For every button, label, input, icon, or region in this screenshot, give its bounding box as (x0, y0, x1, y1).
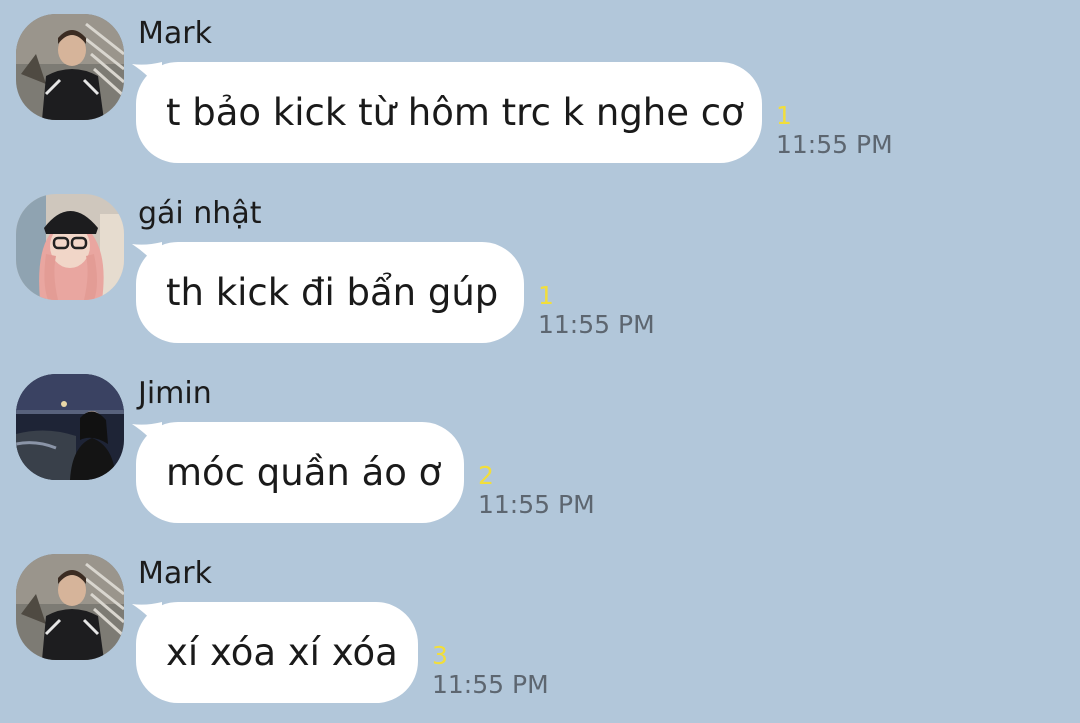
message-text: t bảo kick từ hôm trc k nghe cơ (166, 91, 744, 134)
unread-count: 3 (432, 641, 448, 670)
sender-name: Mark (138, 16, 212, 51)
message-bubble[interactable]: t bảo kick từ hôm trc k nghe cơ (132, 62, 762, 163)
bubble-tail (132, 62, 162, 92)
chat-message: Mark t bảo kick từ hôm trc k nghe cơ 1 1… (0, 0, 1080, 180)
message-text: xí xóa xí xóa (166, 631, 398, 674)
message-time: 11:55 PM (776, 130, 893, 159)
message-meta: 2 11:55 PM (478, 462, 595, 520)
message-time: 11:55 PM (432, 670, 549, 699)
jimin-avatar-photo (16, 374, 124, 480)
message-text: th kick đi bẩn gúp (166, 271, 499, 314)
sender-avatar[interactable] (16, 194, 124, 300)
unread-count: 1 (538, 281, 554, 310)
bubble-tail (132, 602, 162, 632)
message-meta: 1 11:55 PM (776, 102, 893, 160)
sender-name: Mark (138, 556, 212, 591)
sender-avatar[interactable] (16, 554, 124, 660)
bubble-tail (132, 422, 162, 452)
chat-message: Mark xí xóa xí xóa 3 11:55 PM (0, 540, 1080, 720)
message-bubble[interactable]: xí xóa xí xóa (132, 602, 418, 703)
sender-avatar[interactable] (16, 374, 124, 480)
sender-name: gái nhật (138, 196, 262, 231)
mark-avatar-photo (16, 14, 124, 120)
message-bubble[interactable]: th kick đi bẩn gúp (132, 242, 524, 343)
unread-count: 1 (776, 101, 792, 130)
message-text: móc quần áo ơ (166, 451, 442, 494)
message-time: 11:55 PM (538, 310, 655, 339)
chat-message-list: Mark t bảo kick từ hôm trc k nghe cơ 1 1… (0, 0, 1080, 723)
sender-name: Jimin (138, 376, 212, 411)
unread-count: 2 (478, 461, 494, 490)
chat-message: gái nhật th kick đi bẩn gúp 1 11:55 PM (0, 180, 1080, 360)
message-meta: 3 11:55 PM (432, 642, 549, 700)
message-time: 11:55 PM (478, 490, 595, 519)
bubble-tail (132, 242, 162, 272)
message-meta: 1 11:55 PM (538, 282, 655, 340)
girl-avatar-photo (16, 194, 124, 300)
chat-message: Jimin móc quần áo ơ 2 11:55 PM (0, 360, 1080, 540)
sender-avatar[interactable] (16, 14, 124, 120)
message-bubble[interactable]: móc quần áo ơ (132, 422, 464, 523)
mark-avatar-photo (16, 554, 124, 660)
